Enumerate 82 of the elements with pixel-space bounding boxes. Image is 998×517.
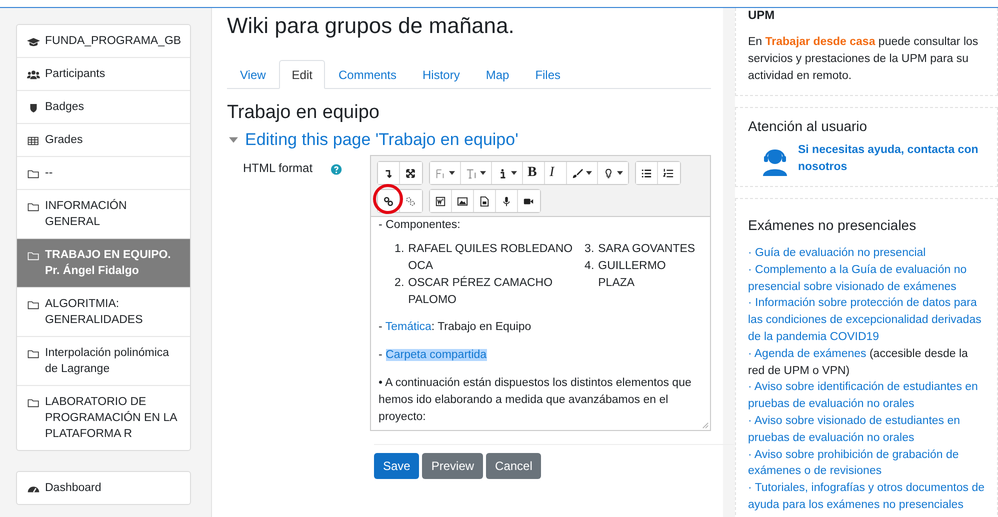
- graduation-cap-icon: [27, 37, 40, 47]
- sidebar-item[interactable]: Grades: [17, 124, 190, 157]
- member-name: GUILLERMO PLAZA: [598, 259, 667, 291]
- brush-icon: [572, 168, 583, 178]
- link[interactable]: · Información sobre protección de datos para las condiciones de excepcionalidad derivadas de la pandemia COVID19: [748, 295, 985, 346]
- text: En Trabajar desde casa puede consultar los servicios y prestaciones de la UPM para su actividad en remoto.: [748, 35, 980, 84]
- link[interactable]: · Aviso sobre identificación de estudiantes en pruebas de evaluación no orales: [748, 379, 985, 413]
- gauge-icon: [27, 484, 40, 494]
- list-number: 4.: [584, 259, 594, 274]
- sidebar-item[interactable]: --: [17, 157, 190, 190]
- folder-icon: [27, 251, 40, 261]
- folder-icon: [27, 169, 40, 179]
- form-button[interactable]: Preview: [422, 453, 484, 479]
- link[interactable]: · Agenda de exámenes: [748, 348, 866, 360]
- tab[interactable]: Edit: [278, 60, 326, 89]
- folder-icon: [27, 202, 40, 212]
- font-icon: [434, 168, 446, 178]
- tab[interactable]: Comments: [325, 60, 410, 89]
- support-link[interactable]: Si necesitas ayuda, contacta con nosotros: [798, 142, 985, 176]
- folder-icon: [27, 300, 40, 310]
- sidebar-item[interactable]: ALGORITMIA: GENERALIDADES: [17, 288, 190, 337]
- link[interactable]: Temática: [385, 321, 432, 333]
- link[interactable]: · Tutoriales, infografías y otros documentos de ayuda para los exámenes no presenciales: [748, 480, 985, 514]
- block-title: Atención al usuario: [748, 118, 868, 134]
- sidebar-item[interactable]: FUNDA_PROGRAMA_GB: [17, 25, 190, 58]
- word-button[interactable]: [430, 190, 452, 212]
- sidebar-item[interactable]: Interpolación polinómica de Lagrange: [17, 337, 190, 386]
- bullets-button[interactable]: [636, 162, 658, 184]
- lightbulb-icon: [602, 168, 614, 178]
- microphone-icon: [500, 196, 512, 206]
- image-icon: [456, 196, 468, 206]
- link[interactable]: · Guía de evaluación no presencial: [748, 245, 985, 262]
- tab[interactable]: Map: [472, 60, 522, 89]
- text-editor[interactable]: [370, 155, 711, 431]
- section-heading: Trabajo en equipo: [227, 101, 380, 125]
- text: · Agenda de exámenes (accesible desde la red de UPM o VPN): [748, 346, 969, 379]
- member-name: OSCAR PÉREZ CAMACHO PALOMO: [408, 275, 554, 308]
- link[interactable]: · Complemento a la Guía de evaluación no presencial sobre visionado de exámenes: [748, 262, 985, 296]
- table-icon: [27, 136, 40, 146]
- file-icon: [478, 196, 490, 206]
- text: - Carpeta compartida: [378, 348, 488, 363]
- fullscreen-icon: [404, 168, 416, 178]
- link[interactable]: · Aviso sobre visionado de estudiantes en pruebas de evaluación no orales: [748, 412, 985, 447]
- list-number: 2.: [394, 276, 404, 291]
- sidebar-item[interactable]: Dashboard: [17, 472, 190, 504]
- link[interactable]: Carpeta compartida: [386, 349, 487, 361]
- folder-icon: [27, 349, 40, 359]
- unlink-icon: [404, 196, 416, 206]
- sidebar-item[interactable]: Participants: [17, 58, 190, 91]
- text: - Componentes:: [378, 218, 462, 233]
- text: - Temática: Trabajo en Equipo: [378, 320, 532, 335]
- member-name: RAFAEL QUILES ROBLEDANO OCA: [408, 242, 574, 274]
- link[interactable]: · Aviso sobre prohibición de grabación de exámenes o de revisiones: [748, 446, 985, 480]
- sidebar-item[interactable]: LABORATORIO DE PROGRAMACIÓN EN LA PLATAFORMA R: [17, 386, 190, 450]
- folder-icon: [27, 398, 40, 408]
- font-button[interactable]: [430, 162, 461, 184]
- users-icon: [27, 70, 40, 80]
- tab[interactable]: Files: [522, 60, 574, 89]
- form-button[interactable]: Cancel: [486, 453, 542, 479]
- section-title[interactable]: Editing this page 'Trabajo en equipo': [245, 129, 518, 151]
- help-icon[interactable]: [330, 164, 342, 175]
- sidebar-item[interactable]: TRABAJO EN EQUIPO. Pr. Ángel Fidalgo: [17, 239, 190, 288]
- member-name: SARA GOVANTES: [598, 242, 696, 257]
- tab[interactable]: History: [410, 60, 473, 89]
- save-button[interactable]: Save: [374, 453, 420, 479]
- numbered-list-icon: [662, 168, 674, 178]
- toggle-button[interactable]: [378, 162, 400, 184]
- field-label: HTML format: [243, 160, 314, 175]
- block-title: UPM: [748, 8, 776, 22]
- block-title: Exámenes no presenciales: [748, 217, 918, 233]
- document-icon: [434, 196, 446, 206]
- bullet-list-icon: [640, 168, 652, 178]
- tab[interactable]: View: [227, 60, 279, 89]
- text-size-icon: [466, 168, 477, 178]
- text: • A continuación están dispuestos los distintos elementos que hemos ido elaborando a medida que avanzábamos en el proyecto:: [378, 376, 692, 425]
- caret-icon[interactable]: [229, 137, 238, 143]
- resize-handle-icon[interactable]: [702, 422, 709, 429]
- list-number: 1.: [394, 242, 404, 257]
- link-icon: [382, 196, 394, 206]
- list-number: 3.: [584, 242, 594, 257]
- page-title: Wiki para grupos de mañana.: [227, 12, 516, 40]
- sidebar-item[interactable]: Badges: [17, 91, 190, 124]
